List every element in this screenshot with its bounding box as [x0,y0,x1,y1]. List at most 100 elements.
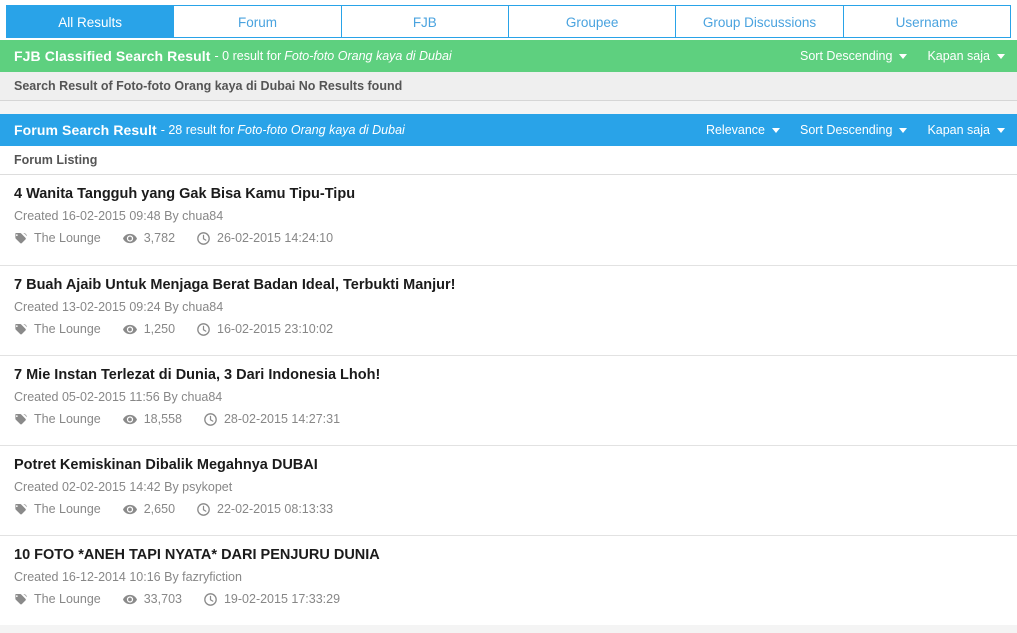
fjb-results-header: FJB Classified Search Result - 0 result … [0,40,1017,72]
eye-icon [122,323,137,336]
list-item[interactable]: 7 Buah Ajaib Untuk Menjaga Berat Badan I… [0,265,1017,355]
section-gap [0,101,1017,114]
result-last-post: 16-02-2015 23:10:02 [197,322,333,337]
eye-icon [122,232,137,245]
result-views: 3,782 [122,231,176,246]
result-created: Created 13-02-2015 09:24 By chua84 [14,300,224,314]
result-views: 2,650 [122,502,176,517]
clock-icon [197,503,210,516]
result-last-post: 28-02-2015 14:27:31 [204,412,340,427]
result-title[interactable]: 10 FOTO *ANEH TAPI NYATA* DARI PENJURU D… [14,546,1003,564]
forum-header-count: - 28 result for [160,123,235,137]
chevron-down-icon [899,53,908,59]
forum-header-title: Forum Search Result [14,122,157,138]
result-forum-label: The Lounge [34,231,101,245]
chevron-down-icon [899,127,908,133]
fjb-time-range-label: Kapan saja [927,49,990,63]
list-item[interactable]: 7 Mie Instan Terlezat di Dunia, 3 Dari I… [0,355,1017,445]
clock-icon [197,232,210,245]
fjb-header-query: Foto-foto Orang kaya di Dubai [284,49,452,63]
result-meta: The Lounge 18,558 28-02-2015 14:27:31 [14,412,1003,427]
tab-forum[interactable]: Forum [173,5,341,38]
list-item[interactable]: Potret Kemiskinan Dibalik Megahnya DUBAI… [0,445,1017,535]
result-last-post: 26-02-2015 14:24:10 [197,231,333,246]
result-created: Created 16-12-2014 10:16 By fazryfiction [14,570,242,584]
tab-fjb[interactable]: FJB [340,5,508,38]
result-title[interactable]: Potret Kemiskinan Dibalik Megahnya DUBAI [14,456,1003,474]
fjb-no-results-message: Search Result of Foto-foto Orang kaya di… [0,72,1017,101]
tab-username[interactable]: Username [842,5,1011,38]
result-meta: The Lounge 2,650 22-02-2015 08:13:33 [14,502,1003,517]
chevron-down-icon [997,53,1005,59]
list-item[interactable]: 4 Wanita Tangguh yang Gak Bisa Kamu Tipu… [0,175,1017,265]
forum-header-query: Foto-foto Orang kaya di Dubai [237,123,405,137]
result-views: 33,703 [122,592,182,607]
tab-groupee[interactable]: Groupee [507,5,676,38]
clock-icon [204,593,217,606]
result-forum[interactable]: The Lounge [14,412,101,427]
result-meta: The Lounge 33,703 19-02-2015 17:33:29 [14,592,1003,607]
result-last-post-date: 26-02-2015 14:24:10 [217,231,334,245]
result-title[interactable]: 4 Wanita Tangguh yang Gak Bisa Kamu Tipu… [14,185,1003,203]
result-forum[interactable]: The Lounge [14,231,101,246]
result-created: Created 05-02-2015 11:56 By chua84 [14,390,223,404]
result-forum-label: The Lounge [34,412,101,426]
result-forum-label: The Lounge [34,502,101,516]
tag-icon [14,323,27,336]
forum-time-range-dropdown[interactable]: Kapan saja [927,123,1005,137]
forum-results-list: 4 Wanita Tangguh yang Gak Bisa Kamu Tipu… [0,175,1017,625]
forum-relevance-label: Relevance [705,123,766,137]
tag-icon [14,232,27,245]
result-views-count: 18,558 [143,412,182,426]
fjb-header-title: FJB Classified Search Result [14,48,211,64]
tab-all-results-label: All Results [58,15,123,30]
result-forum[interactable]: The Lounge [14,502,101,517]
result-created: Created 16-02-2015 09:48 By chua84 [14,209,224,223]
result-forum[interactable]: The Lounge [14,592,101,607]
eye-icon [122,503,137,516]
tab-group-discussions-label: Group Discussions [702,15,817,30]
result-meta: The Lounge 1,250 16-02-2015 23:10:02 [14,322,1003,337]
tab-group-discussions[interactable]: Group Discussions [675,5,843,38]
forum-listing-label-text: Forum Listing [14,153,98,167]
result-created: Created 02-02-2015 14:42 By psykopet [14,480,233,494]
fjb-no-results-text: Search Result of Foto-foto Orang kaya di… [14,79,403,93]
clock-icon [204,413,217,426]
result-views-count: 33,703 [143,592,182,606]
tag-icon [14,413,27,426]
result-forum[interactable]: The Lounge [14,322,101,337]
tab-fjb-label: FJB [412,15,437,30]
result-views-count: 1,250 [143,322,176,336]
tab-groupee-label: Groupee [565,15,619,30]
forum-listing-label: Forum Listing [0,146,1017,175]
fjb-sort-order-label: Sort Descending [800,49,893,63]
list-item[interactable]: 10 FOTO *ANEH TAPI NYATA* DARI PENJURU D… [0,535,1017,625]
tag-icon [14,593,27,606]
result-title[interactable]: 7 Mie Instan Terlezat di Dunia, 3 Dari I… [14,366,1003,384]
forum-results-header: Forum Search Result - 28 result for Foto… [0,114,1017,146]
tag-icon [14,503,27,516]
fjb-header-count: - 0 result for [214,49,282,63]
fjb-sort-order-dropdown[interactable]: Sort Descending [800,49,908,63]
result-meta: The Lounge 3,782 26-02-2015 14:24:10 [14,231,1003,246]
tab-username-label: Username [895,15,958,30]
tab-forum-label: Forum [237,15,277,30]
chevron-down-icon [997,127,1005,133]
result-forum-label: The Lounge [34,322,101,336]
result-last-post: 22-02-2015 08:13:33 [197,502,333,517]
fjb-time-range-dropdown[interactable]: Kapan saja [927,49,1005,63]
result-last-post-date: 22-02-2015 08:13:33 [217,502,334,516]
result-last-post: 19-02-2015 17:33:29 [204,592,340,607]
result-views-count: 3,782 [143,231,176,245]
tab-all-results[interactable]: All Results [6,5,174,38]
result-views-count: 2,650 [143,502,176,516]
forum-time-range-label: Kapan saja [927,123,990,137]
result-title[interactable]: 7 Buah Ajaib Untuk Menjaga Berat Badan I… [14,276,1003,294]
forum-sort-order-dropdown[interactable]: Sort Descending [800,123,908,137]
search-results-page: All Results Forum FJB Groupee Group Disc… [0,0,1017,633]
forum-sort-order-label: Sort Descending [800,123,893,137]
search-scope-tabs: All Results Forum FJB Groupee Group Disc… [0,0,1017,40]
result-last-post-date: 28-02-2015 14:27:31 [223,412,341,426]
forum-relevance-dropdown[interactable]: Relevance [705,123,781,137]
result-last-post-date: 19-02-2015 17:33:29 [223,592,341,606]
